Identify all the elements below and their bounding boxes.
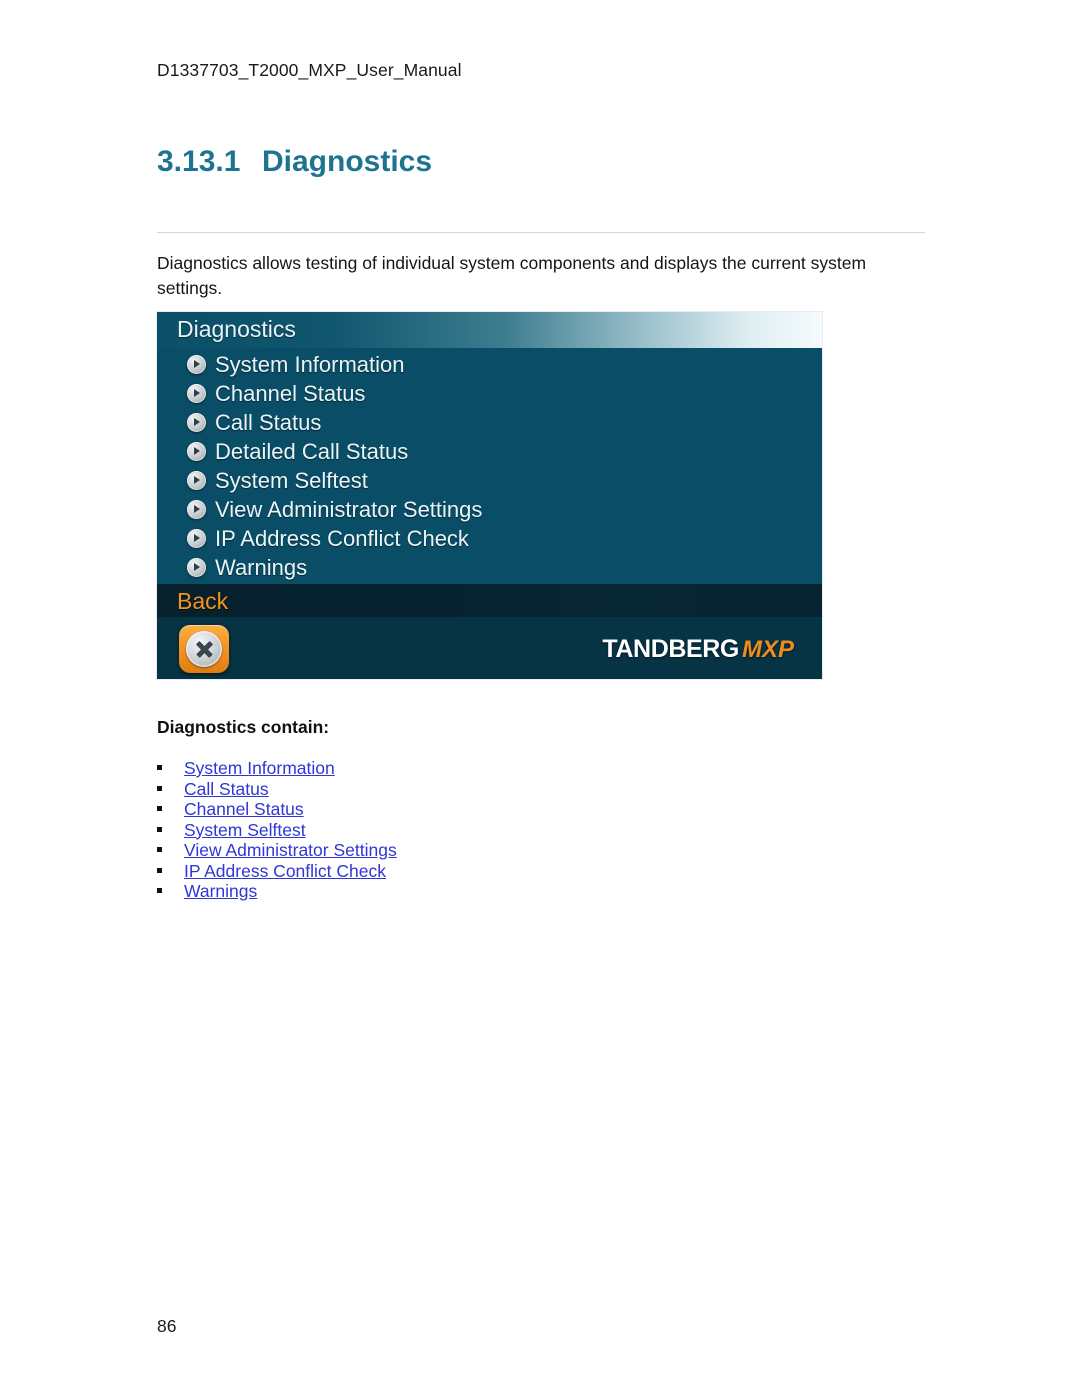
menu-item-label: Call Status [215,409,322,435]
square-bullet-icon [157,867,162,873]
play-circle-icon [187,529,206,548]
list-item: Warnings [157,881,397,902]
square-bullet-icon [157,765,162,770]
play-circle-icon [187,355,206,374]
device-menu-list: System Information Channel Status Call S… [157,348,822,582]
section-number: 3.13.1 [157,145,241,178]
device-screenshot: Diagnostics System Information Channel S… [157,312,822,679]
brand-name: TANDBERG [602,635,739,663]
link-view-administrator-settings[interactable]: View Administrator Settings [184,840,397,861]
link-channel-status[interactable]: Channel Status [184,799,304,820]
device-titlebar: Diagnostics [157,312,822,348]
square-bullet-icon [157,888,162,893]
heading-divider [157,232,925,233]
list-item: View Administrator Settings [157,840,397,861]
link-ip-address-conflict-check[interactable]: IP Address Conflict Check [184,861,386,882]
play-circle-icon [187,471,206,490]
list-item: IP Address Conflict Check [157,861,397,882]
play-circle-icon [187,442,206,461]
menu-item-detailed-call-status[interactable]: Detailed Call Status [157,437,822,466]
menu-item-call-status[interactable]: Call Status [157,408,822,437]
menu-item-label: Channel Status [215,380,366,406]
running-header: D1337703_T2000_MXP_User_Manual [157,60,462,80]
play-circle-icon [187,558,206,577]
menu-item-label: IP Address Conflict Check [215,525,469,551]
link-warnings[interactable]: Warnings [184,881,257,902]
list-item: System Information [157,758,397,779]
menu-item-system-selftest[interactable]: System Selftest [157,466,822,495]
play-circle-icon [187,413,206,432]
list-item: Call Status [157,779,397,800]
menu-item-label: Detailed Call Status [215,438,409,464]
link-system-information[interactable]: System Information [184,758,335,779]
menu-item-label: Warnings [215,554,308,580]
list-item: Channel Status [157,799,397,820]
device-back-bar: Back [157,584,822,617]
square-bullet-icon [157,806,162,811]
contains-link-list: System Information Call Status Channel S… [157,758,397,902]
device-title: Diagnostics [177,316,296,342]
back-label: Back [177,588,229,614]
intro-paragraph: Diagnostics allows testing of individual… [157,253,867,298]
menu-item-view-administrator-settings[interactable]: View Administrator Settings [157,495,822,524]
back-button[interactable] [179,625,229,673]
device-footer: TANDBERG MXP [157,617,822,679]
brand-suffix: MXP [741,636,794,663]
play-circle-icon [187,384,206,403]
menu-item-label: System Selftest [215,467,368,493]
square-bullet-icon [157,847,162,852]
link-system-selftest[interactable]: System Selftest [184,820,306,841]
document-page: D1337703_T2000_MXP_User_Manual 3.13.1 Di… [0,0,1080,1397]
link-call-status[interactable]: Call Status [184,779,269,800]
menu-item-label: System Information [215,351,405,377]
play-circle-icon [187,500,206,519]
menu-item-warnings[interactable]: Warnings [157,553,822,582]
page-number: 86 [157,1316,177,1336]
menu-item-channel-status[interactable]: Channel Status [157,379,822,408]
menu-item-system-information[interactable]: System Information [157,350,822,379]
contains-heading: Diagnostics contain: [157,717,330,737]
menu-item-label: View Administrator Settings [215,496,483,522]
list-item: System Selftest [157,820,397,841]
menu-item-ip-address-conflict-check[interactable]: IP Address Conflict Check [157,524,822,553]
square-bullet-icon [157,826,162,832]
tandberg-logo: TANDBERG MXP [602,635,794,664]
section-title: Diagnostics [262,145,433,178]
square-bullet-icon [157,785,162,791]
close-x-icon [186,631,222,667]
page-title: 3.13.1 Diagnostics [157,145,432,179]
